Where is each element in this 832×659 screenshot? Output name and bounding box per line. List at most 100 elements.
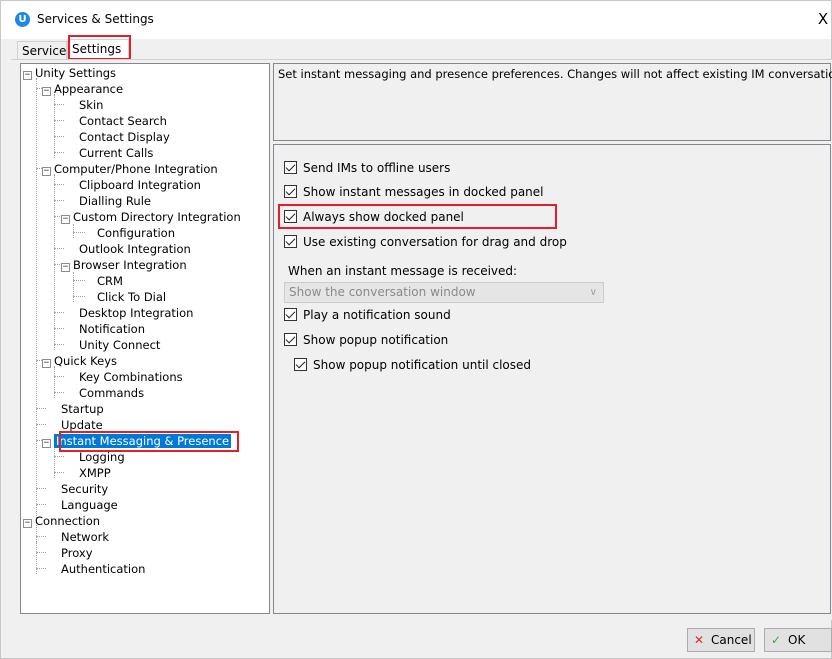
tree-item[interactable]: Key Combinations <box>79 369 183 385</box>
tree-item-label: Commands <box>79 386 145 400</box>
tree-item[interactable]: CRM <box>97 273 123 289</box>
tree-item[interactable]: Unity Connect <box>79 337 160 353</box>
show-docked-checkbox[interactable] <box>284 185 297 198</box>
tree-item-label: Unity Settings <box>35 66 117 80</box>
collapse-icon[interactable]: − <box>42 167 51 176</box>
tree-item-label: Skin <box>79 98 104 112</box>
tree-item[interactable]: − Custom Directory Integration <box>61 209 241 225</box>
play-sound-option[interactable]: Play a notification sound <box>284 306 451 324</box>
collapse-icon[interactable]: − <box>42 439 51 448</box>
check-icon: ✓ <box>771 633 782 647</box>
tree-item[interactable]: Skin <box>79 97 103 113</box>
tree-item-label: Update <box>61 418 103 432</box>
show-popup-option[interactable]: Show popup notification <box>284 331 448 349</box>
received-action-select[interactable]: Show the conversation window ∨ <box>284 282 604 303</box>
tree-item-label: Key Combinations <box>79 370 183 384</box>
collapse-icon[interactable]: − <box>23 519 32 528</box>
tree-item[interactable]: − Quick Keys <box>42 353 117 369</box>
tree-item-label: Current Calls <box>79 146 154 160</box>
tree-item[interactable]: Security <box>61 481 108 497</box>
chevron-down-icon: ∨ <box>589 287 597 298</box>
received-action-value: Show the conversation window <box>289 285 476 299</box>
tree-item[interactable]: Current Calls <box>79 145 153 161</box>
popup-until-closed-checkbox[interactable] <box>294 358 307 371</box>
show-docked-label: Show instant messages in docked panel <box>303 185 544 199</box>
ok-label: OK <box>788 633 806 647</box>
tree-item-label: Unity Connect <box>79 338 161 352</box>
tree-item[interactable]: Contact Search <box>79 113 167 129</box>
tree-item[interactable]: Network <box>61 529 109 545</box>
tab-services[interactable]: Services <box>17 41 73 60</box>
tree-item[interactable]: XMPP <box>79 465 111 481</box>
ok-button[interactable]: ✓ OK <box>764 628 832 652</box>
tree-item[interactable]: Authentication <box>61 561 145 577</box>
send-offline-checkbox[interactable] <box>284 161 297 174</box>
tree-item-label: Desktop Integration <box>79 306 194 320</box>
received-action-label: When an instant message is received: <box>288 264 518 278</box>
tree-item-label: Language <box>61 498 118 512</box>
use-existing-option[interactable]: Use existing conversation for drag and d… <box>284 233 567 251</box>
tree-item-label: Configuration <box>97 226 175 240</box>
tree-item[interactable]: Language <box>61 497 118 513</box>
tree-item[interactable]: Clipboard Integration <box>79 177 201 193</box>
collapse-icon[interactable]: − <box>61 263 70 272</box>
popup-until-closed-label: Show popup notification until closed <box>313 358 532 372</box>
tree-item-label: Dialling Rule <box>79 194 151 208</box>
collapse-icon[interactable]: − <box>42 359 51 368</box>
show-popup-checkbox[interactable] <box>284 333 297 346</box>
popup-until-closed-option[interactable]: Show popup notification until closed <box>294 356 531 374</box>
tree-item[interactable]: − Appearance <box>42 81 123 97</box>
tree-item-label: Quick Keys <box>54 354 118 368</box>
tree-item[interactable]: Dialling Rule <box>79 193 151 209</box>
x-icon: ✕ <box>694 633 705 647</box>
tree-item[interactable]: Click To Dial <box>97 289 166 305</box>
collapse-icon[interactable]: − <box>23 71 32 80</box>
close-button[interactable]: X <box>815 9 831 29</box>
settings-tree[interactable]: − Unity Settings − Appearance Skin Contact Se… <box>20 63 270 614</box>
tree-item[interactable]: Notification <box>79 321 145 337</box>
tree-item-label: Network <box>61 530 110 544</box>
tree-item-label: CRM <box>97 274 123 288</box>
send-offline-option[interactable]: Send IMs to offline users <box>284 159 450 177</box>
tree-item[interactable]: − Unity Settings <box>23 65 116 81</box>
collapse-icon[interactable]: − <box>42 87 51 96</box>
tree-item-label: Browser Integration <box>73 258 187 272</box>
show-popup-label: Show popup notification <box>303 333 449 347</box>
tree-item[interactable]: Outlook Integration <box>79 241 191 257</box>
tree-item-label: Appearance <box>54 82 124 96</box>
show-docked-option[interactable]: Show instant messages in docked panel <box>284 183 544 201</box>
tree-item[interactable]: Startup <box>61 401 104 417</box>
tree-item[interactable]: Contact Display <box>79 129 170 145</box>
always-docked-highlight <box>278 204 557 229</box>
tree-item[interactable]: Configuration <box>97 225 175 241</box>
description-panel: Set instant messaging and presence prefe… <box>273 63 832 141</box>
cancel-button[interactable]: ✕ Cancel <box>687 628 755 652</box>
tree-item-label: Contact Search <box>79 114 167 128</box>
tree-item-label: Notification <box>79 322 145 336</box>
tree-item[interactable]: − Connection <box>23 513 100 529</box>
tree-item-label: Startup <box>61 402 104 416</box>
tree-item-label: Logging <box>79 450 125 464</box>
tree-item-label: XMPP <box>79 466 111 480</box>
tree-item-label: Clipboard Integration <box>79 178 201 192</box>
tree-item-label: Custom Directory Integration <box>73 210 241 224</box>
tree-item[interactable]: − Browser Integration <box>61 257 187 273</box>
tree-item-label: Connection <box>35 514 101 528</box>
use-existing-checkbox[interactable] <box>284 235 297 248</box>
tree-item[interactable]: − Computer/Phone Integration <box>42 161 218 177</box>
app-logo-icon: U <box>15 12 30 27</box>
collapse-icon[interactable]: − <box>61 215 70 224</box>
play-sound-label: Play a notification sound <box>303 308 451 322</box>
tree-item-label: Click To Dial <box>97 290 167 304</box>
tree-item-label: Proxy <box>61 546 93 560</box>
window-title: Services & Settings <box>37 12 154 26</box>
play-sound-checkbox[interactable] <box>284 308 297 321</box>
send-offline-label: Send IMs to offline users <box>303 161 451 175</box>
tree-item[interactable]: Proxy <box>61 545 93 561</box>
title-bar: U Services & Settings X <box>1 1 831 39</box>
tree-item-label: Authentication <box>61 562 146 576</box>
cancel-label: Cancel <box>711 633 752 647</box>
tree-item[interactable]: Desktop Integration <box>79 305 193 321</box>
tree-item-label: Outlook Integration <box>79 242 191 256</box>
tree-item[interactable]: Commands <box>79 385 144 401</box>
